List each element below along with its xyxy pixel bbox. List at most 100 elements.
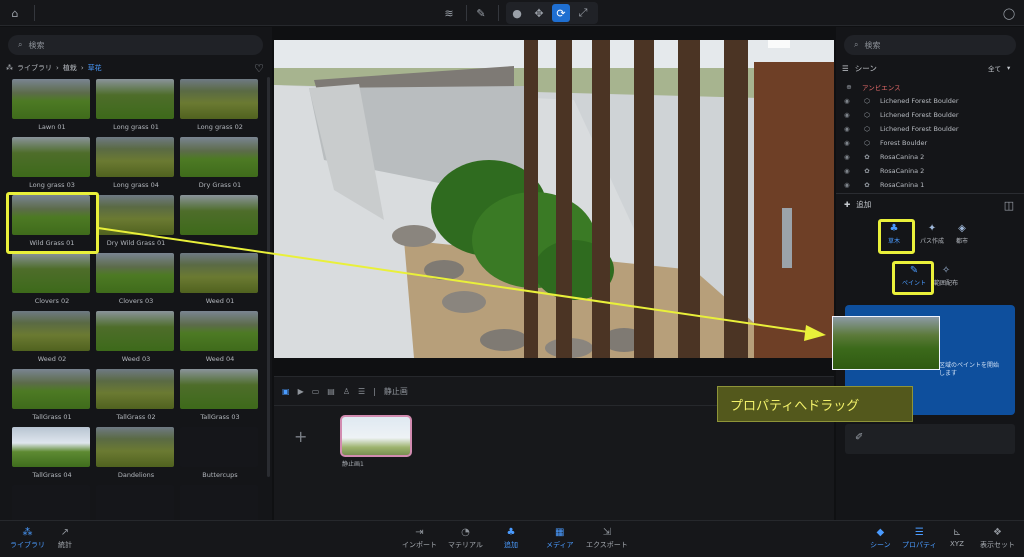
scene-filter-dropdown[interactable]: 全て ▾ (988, 63, 1010, 73)
list-icon[interactable]: ☰ (358, 387, 365, 396)
outline-item[interactable]: ◉ ⬡ Forest Boulder (844, 136, 1014, 149)
plant-icon: ✿ (864, 180, 870, 189)
favorite-icon[interactable]: ♡ (250, 59, 268, 77)
render-viewport[interactable] (274, 40, 834, 358)
asset-tile[interactable]: Clovers 02 (12, 253, 92, 305)
layers-icon: ◆ (876, 527, 885, 538)
city-icon: ◈ (958, 223, 966, 234)
asset-tile[interactable]: Dry Grass 01 (180, 137, 260, 189)
area-scatter-button[interactable]: ✧ 範囲配布 (934, 265, 958, 287)
image-icon[interactable]: ▣ (282, 387, 290, 396)
layers-icon[interactable]: ▤ (327, 387, 335, 396)
timeline-toolbar: ▣ ▶ ▭ ▤ ♙ ☰ | 静止画 (282, 386, 408, 396)
material-icon: ◔ (461, 527, 470, 538)
asset-tile[interactable] (180, 195, 260, 239)
import-icon: ⇥ (415, 527, 424, 538)
eye-icon[interactable]: ◉ (844, 153, 854, 161)
eye-icon[interactable]: ◉ (844, 111, 854, 119)
asset-tile[interactable]: Long grass 01 (96, 79, 176, 131)
import-button[interactable]: ⇥ インポート (402, 527, 437, 550)
asset-tile[interactable]: Weed 02 (12, 311, 92, 363)
outline-item[interactable]: ◉ ⬡ Lichened Forest Boulder (844, 122, 1014, 135)
scene-search-input[interactable]: ⌕ 検索 (844, 35, 1016, 55)
city-button[interactable]: ◈ 都市 (956, 223, 968, 245)
add-scene-button[interactable]: + (294, 427, 307, 446)
move-icon[interactable]: ✥ (530, 4, 548, 22)
library-scrollbar[interactable] (267, 77, 270, 477)
eye-icon[interactable]: ◉ (844, 181, 854, 189)
asset-tile[interactable]: Long grass 02 (180, 79, 260, 131)
panorama-icon[interactable]: ▭ (312, 387, 320, 396)
asset-thumbnail (12, 253, 90, 293)
scale-icon[interactable]: ⤢ (574, 4, 592, 22)
add-section-header: ✚ 追加 (844, 200, 872, 209)
asset-tile[interactable]: TallGrass 01 (12, 369, 92, 421)
asset-tile[interactable] (12, 485, 92, 525)
breadcrumb-mid[interactable]: 植栽 (63, 63, 77, 73)
rock-icon: ⬡ (864, 138, 870, 147)
asset-tile[interactable]: TallGrass 04 (12, 427, 92, 479)
asset-tile[interactable]: Weed 04 (180, 311, 260, 363)
breadcrumb-root[interactable]: ライブラリ (17, 63, 52, 73)
ambience-row[interactable]: ⊕ アンビエンス (844, 80, 1014, 93)
layers-icon[interactable]: ≋ (440, 4, 458, 22)
create-path-button[interactable]: ✦ パス作成 (920, 223, 944, 245)
media-button[interactable]: ▦ メディア (546, 527, 574, 550)
asset-tile[interactable]: Weed 03 (96, 311, 176, 363)
asset-tile[interactable]: Long grass 04 (96, 137, 176, 189)
outline-item[interactable]: ◉ ✿ RosaCanina 1 (844, 178, 1014, 191)
asset-tile[interactable]: Dry Wild Grass 01 (96, 195, 176, 247)
asset-tile[interactable]: Clovers 03 (96, 253, 176, 305)
sliders-icon: ☰ (914, 527, 924, 538)
brush-settings-row[interactable]: ✐ (845, 424, 1015, 454)
search-icon: ⌕ (854, 40, 859, 49)
eye-icon[interactable]: ◉ (844, 167, 854, 175)
asset-tile[interactable] (180, 485, 260, 525)
rock-icon: ⬡ (864, 110, 870, 119)
highlight-paint-button (892, 261, 934, 295)
home-icon[interactable]: ⌂ (6, 4, 24, 22)
xyz-tab-button[interactable]: ⊾ XYZ (950, 527, 964, 548)
pen-icon[interactable]: ✎ (472, 4, 490, 22)
outline-item[interactable]: ◉ ⬡ Lichened Forest Boulder (844, 94, 1014, 107)
asset-tile[interactable]: TallGrass 02 (96, 369, 176, 421)
plant-icon: ✿ (864, 166, 870, 175)
scene-tab-button[interactable]: ◆ シーン (870, 527, 891, 550)
asset-tile[interactable]: TallGrass 03 (180, 369, 260, 421)
user-icon[interactable]: ◯ (1000, 4, 1018, 22)
library-tab-button[interactable]: ⁂ ライブラリ (10, 527, 45, 550)
add-button[interactable]: ♣ 追加 (504, 527, 518, 550)
scene-render (274, 40, 834, 358)
eye-icon[interactable]: ◉ (844, 125, 854, 133)
rock-icon: ⬡ (864, 124, 870, 133)
eye-icon[interactable]: ◉ (844, 139, 854, 147)
panel-toggle-icon[interactable]: ◫ (1000, 196, 1018, 214)
asset-tile[interactable]: Lawn 01 (12, 79, 92, 131)
asset-thumbnail (96, 253, 174, 293)
asset-thumbnail (96, 195, 174, 235)
asset-tile[interactable]: Long grass 03 (12, 137, 92, 189)
sphere-icon[interactable]: ● (508, 4, 526, 22)
stats-tab-button[interactable]: ↗ 統計 (58, 527, 72, 550)
properties-tab-button[interactable]: ☰ プロパティ (902, 527, 937, 550)
asset-thumbnail (180, 427, 258, 467)
scene-thumbnail-card[interactable] (340, 415, 412, 457)
asset-tile[interactable]: Buttercups (180, 427, 260, 479)
export-button[interactable]: ⇲ エクスポート (586, 527, 628, 550)
eye-icon[interactable]: ◉ (844, 97, 854, 105)
rotate-icon[interactable]: ⟳ (552, 4, 570, 22)
material-button[interactable]: ◔ マテリアル (448, 527, 483, 550)
top-toolbar: ⌂ ≋ ✎ ● ✥ ⟳ ⤢ ◯ (0, 0, 1024, 26)
person-icon[interactable]: ♙ (343, 387, 350, 396)
asset-tile[interactable]: Dandelions (96, 427, 176, 479)
outline-item[interactable]: ◉ ✿ RosaCanina 2 (844, 164, 1014, 177)
asset-tile[interactable] (96, 485, 176, 525)
asset-tile[interactable]: Weed 01 (180, 253, 260, 305)
outline-item[interactable]: ◉ ⬡ Lichened Forest Boulder (844, 108, 1014, 121)
video-icon[interactable]: ▶ (298, 387, 304, 396)
library-search-input[interactable]: ⌕ 検索 (8, 35, 263, 55)
chart-icon: ↗ (60, 527, 70, 538)
asset-thumbnail (180, 311, 258, 351)
outline-item[interactable]: ◉ ✿ RosaCanina 2 (844, 150, 1014, 163)
display-set-tab-button[interactable]: ❖ 表示セット (980, 527, 1015, 550)
